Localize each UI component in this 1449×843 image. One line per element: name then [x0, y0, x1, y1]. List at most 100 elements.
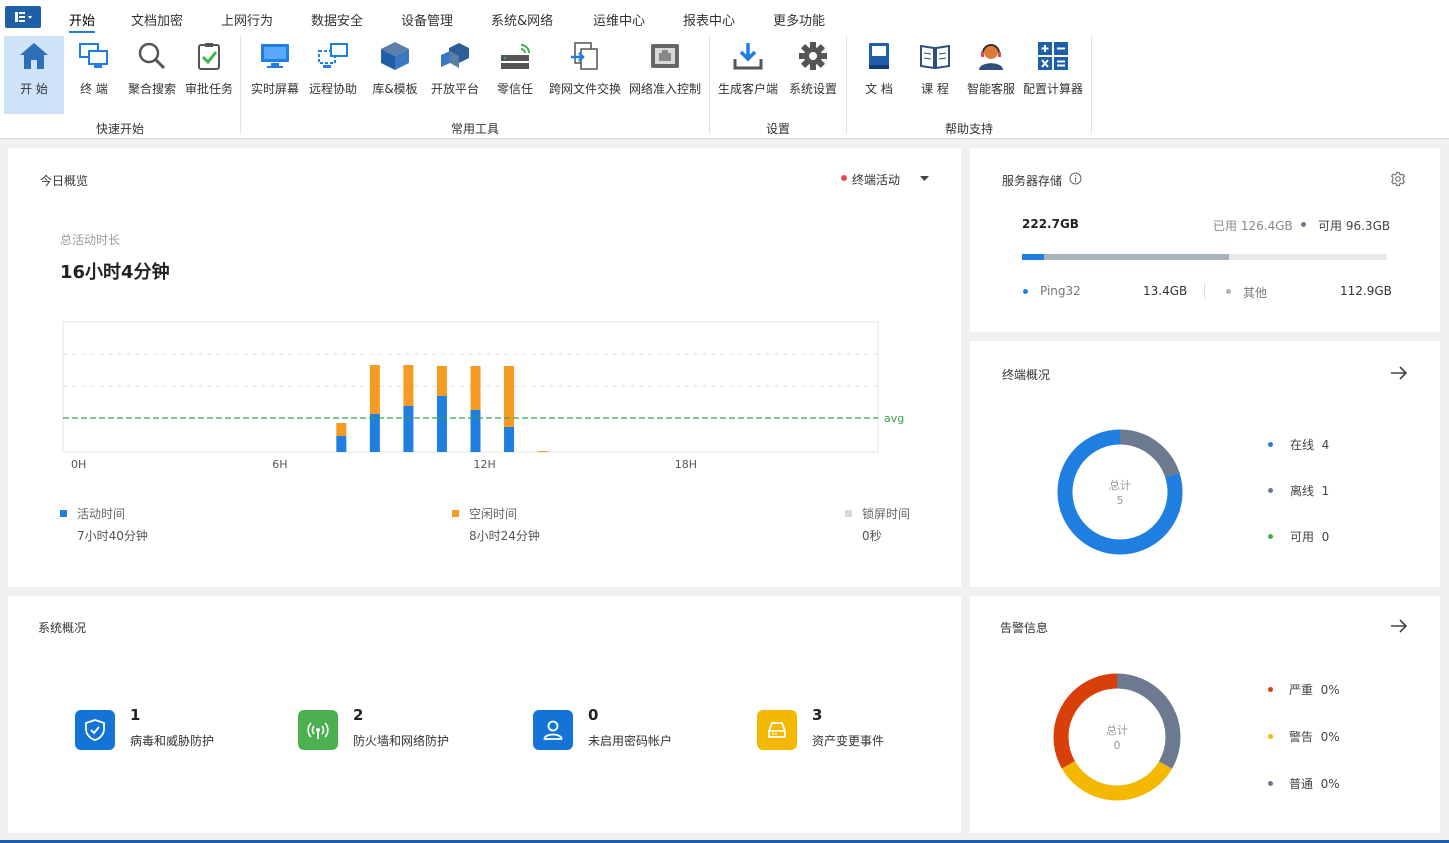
- disk-icon: [768, 722, 786, 738]
- tab-ops-center[interactable]: 运维中心: [593, 10, 645, 29]
- stat-label: 防火墙和网络防护: [353, 734, 450, 748]
- label: 离线: [1290, 484, 1315, 498]
- tool-open-platform[interactable]: 开放平台: [427, 36, 483, 114]
- tool-remote-assist[interactable]: 远程协助: [305, 36, 361, 114]
- tool-label: 审批任务: [184, 82, 233, 96]
- group-label-common-tools: 常用工具: [450, 122, 500, 136]
- tool-home[interactable]: 开 始: [4, 36, 64, 114]
- today-overview-card: 今日概览 终端活动 总活动时长 16小时4分钟 avg 0H 6H 12H 18H 活动…: [8, 148, 961, 587]
- legend-dot-other: [1226, 289, 1231, 294]
- stat-asset-change-events[interactable]: 3 资产变更事件: [755, 706, 955, 752]
- tool-smart-support[interactable]: 智能客服: [963, 36, 1019, 114]
- label: 可用: [1290, 530, 1315, 544]
- arrow-right-icon[interactable]: [1390, 618, 1408, 634]
- label: 普通: [1289, 777, 1314, 791]
- activity-bar-chart: avg 0H 6H 12H 18H: [62, 321, 904, 471]
- stat-icon-box: [75, 710, 115, 750]
- donut-center-label: 总计: [1106, 724, 1128, 737]
- platform-icon: [441, 43, 469, 68]
- tab-web-behavior[interactable]: 上网行为: [221, 10, 273, 29]
- group-separator: [709, 36, 710, 134]
- tool-zero-trust[interactable]: 零信任: [487, 36, 543, 114]
- tool-file-exchange[interactable]: 跨网文件交换: [547, 36, 623, 114]
- tool-label: 开 始: [20, 82, 48, 96]
- tool-config-calculator[interactable]: 配置计算器: [1021, 36, 1085, 114]
- approval-icon: [198, 43, 220, 70]
- legend-dot-normal: [1268, 781, 1273, 786]
- tool-system-settings[interactable]: 系统设置: [785, 36, 841, 114]
- group-label-quick-start: 快速开始: [95, 122, 145, 136]
- legend-label-critical: 严重 0%: [1289, 681, 1340, 698]
- legend-label-warning: 警告 0%: [1289, 728, 1340, 745]
- stat-virus-protection[interactable]: 1 病毒和威胁防护: [73, 706, 273, 752]
- tab-doc-encrypt[interactable]: 文档加密: [131, 10, 183, 29]
- used-label: 已用: [1213, 219, 1238, 233]
- support-icon: [979, 44, 1003, 70]
- tool-label: 生成客户端: [717, 82, 778, 96]
- tool-network-access-control[interactable]: 网络准入控制: [627, 36, 703, 114]
- tool-terminal[interactable]: 终 端: [66, 36, 122, 114]
- tab-system-network[interactable]: 系统&网络: [491, 10, 553, 29]
- tab-report-center[interactable]: 报表中心: [683, 10, 735, 29]
- tool-label: 文 档: [865, 82, 893, 96]
- bar-active: [403, 406, 414, 452]
- bar-active: [336, 436, 347, 452]
- tool-realtime-screen[interactable]: 实时屏幕: [247, 36, 303, 114]
- tab-data-security[interactable]: 数据安全: [311, 10, 363, 29]
- legend-label-active: 活动时间: [77, 507, 126, 521]
- tool-document[interactable]: 文 档: [853, 36, 905, 114]
- bar-idle: [369, 365, 380, 414]
- card-title: 终端概况: [1002, 368, 1051, 382]
- info-icon[interactable]: [1069, 172, 1082, 185]
- bar-idle: [436, 366, 447, 396]
- tool-course[interactable]: 课 程: [909, 36, 961, 114]
- tool-label: 零信任: [496, 82, 533, 96]
- legend-value-other: 112.9GB: [1340, 284, 1392, 298]
- tool-search[interactable]: 聚合搜索: [124, 36, 180, 114]
- gear-icon[interactable]: [1390, 171, 1406, 187]
- network-access-icon: [651, 44, 679, 68]
- group-separator: [846, 36, 847, 134]
- download-icon: [733, 43, 763, 70]
- legend-label-idle: 空闲时间: [469, 507, 518, 521]
- stat-no-password-accounts[interactable]: 0 未启用密码帐户: [531, 706, 731, 752]
- tab-device-management[interactable]: 设备管理: [401, 10, 453, 29]
- stat-value: 2: [353, 706, 364, 724]
- tool-generate-client[interactable]: 生成客户端: [715, 36, 781, 114]
- stat-label: 病毒和威胁防护: [130, 734, 215, 748]
- tool-library-template[interactable]: 库&模板: [367, 36, 423, 114]
- legend-label-lock: 锁屏时间: [862, 507, 911, 521]
- tool-label: 跨网文件交换: [548, 82, 621, 96]
- bar-active: [470, 410, 481, 452]
- legend-dot-offline: [1268, 488, 1273, 493]
- storage-usage-bar: [1022, 254, 1387, 260]
- legend-dot-critical: [1268, 687, 1273, 692]
- tool-approval[interactable]: 审批任务: [182, 36, 236, 114]
- legend-swatch-lock: [845, 510, 852, 517]
- x-tick-label: 12H: [474, 458, 496, 471]
- tab-more-features[interactable]: 更多功能: [773, 10, 825, 29]
- legend-value-ping32: 13.4GB: [1143, 284, 1188, 298]
- legend-dot-available: [1268, 534, 1273, 539]
- legend-dot-online: [1268, 442, 1273, 447]
- system-overview-card: 系统概况 1 病毒和威胁防护 2 防火墙和网络防护 0 未启用密码帐户 3 资产…: [8, 596, 961, 833]
- gear-icon: [799, 42, 827, 70]
- tool-label: 终 端: [80, 82, 108, 96]
- arrow-right-icon[interactable]: [1390, 365, 1408, 381]
- storage-free: 可用 96.3GB: [1318, 217, 1390, 234]
- legend-label-online: 在线 4: [1290, 436, 1329, 453]
- file-exchange-icon: [571, 42, 598, 70]
- bar-active: [436, 396, 447, 452]
- legend-dot-ping32: [1023, 289, 1028, 294]
- library-icon: [381, 42, 409, 70]
- app-menu-button[interactable]: [5, 6, 41, 28]
- storage-bar-other: [1022, 254, 1230, 260]
- stat-label: 资产变更事件: [812, 734, 885, 748]
- legend-dot-warning: [1268, 734, 1273, 739]
- legend-swatch-idle: [452, 510, 459, 517]
- calculator-icon: [1038, 42, 1068, 70]
- tab-start[interactable]: 开始: [69, 10, 96, 33]
- tool-label: 库&模板: [372, 82, 418, 96]
- used-value: 126.4GB: [1240, 219, 1293, 233]
- stat-firewall-protection[interactable]: 2 防火墙和网络防护: [296, 706, 496, 752]
